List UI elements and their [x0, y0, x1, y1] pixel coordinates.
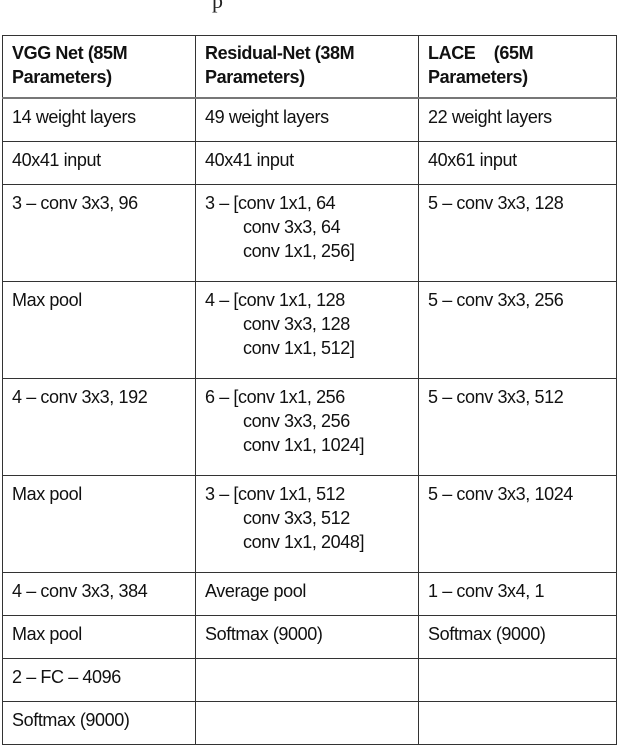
cell-text: 14 weight layers	[12, 107, 136, 127]
cell-text: 6 – [conv 1x1, 256	[205, 387, 345, 407]
cell-text: 5 – conv 3x3, 256	[428, 290, 564, 310]
table-cell-residual-net: 40x41 input	[195, 141, 419, 185]
cell-text: Softmax (9000)	[428, 624, 546, 644]
table-cell-residual-net: 4 – [conv 1x1, 128 conv 3x3, 128 conv 1x1,…	[195, 281, 419, 379]
cell-text: 40x61 input	[428, 150, 517, 170]
table-cell-lace: 5 – conv 3x3, 128	[418, 184, 617, 282]
table-cell-residual-net: 49 weight layers	[195, 97, 419, 142]
cell-text: conv 1x1, 1024]	[243, 435, 365, 455]
cell-text: conv 1x1, 2048]	[243, 532, 365, 552]
cell-text: 3 – conv 3x3, 96	[12, 193, 138, 213]
table-cell-residual-net	[195, 658, 419, 702]
header-text: Parameters)	[205, 67, 305, 87]
cell-text: 3 – [conv 1x1, 64	[205, 193, 336, 213]
cell-text: conv 1x1, 256]	[243, 241, 355, 261]
table-row: 40x41 input 40x41 input 40x61 input	[2, 141, 617, 185]
caption-fragment: p	[212, 0, 223, 13]
table-cell-vgg-net: 2 – FC – 4096	[2, 658, 196, 702]
cell-text: 40x41 input	[12, 150, 101, 170]
cell-text: 4 – [conv 1x1, 128	[205, 290, 345, 310]
header-row: VGG Net (85M Parameters) Residual-Net (38M…	[2, 35, 617, 99]
cell-text: conv 1x1, 512]	[243, 338, 355, 358]
cell-text: Max pool	[12, 290, 82, 310]
cell-text: 3 – [conv 1x1, 512	[205, 484, 345, 504]
cell-text: 4 – conv 3x3, 384	[12, 581, 148, 601]
table-row: 4 – conv 3x3, 384 Average pool 1 – conv 3x…	[2, 572, 617, 616]
table-cell-vgg-net: Max pool	[2, 475, 196, 573]
table-row: 3 – conv 3x3, 96 3 – [conv 1x1, 64 conv 3x…	[2, 184, 617, 282]
table-cell-lace: 5 – conv 3x3, 1024	[418, 475, 617, 573]
cell-text: 5 – conv 3x3, 512	[428, 387, 564, 407]
cell-text: Average pool	[205, 581, 306, 601]
table-cell-lace	[418, 658, 617, 702]
table-row: 2 – FC – 4096	[2, 658, 617, 702]
table-cell-residual-net: 6 – [conv 1x1, 256 conv 3x3, 256 conv 1x1,…	[195, 378, 419, 476]
cell-text: Softmax (9000)	[12, 710, 130, 730]
table-row: 14 weight layers 49 weight layers 22 weigh…	[2, 97, 617, 142]
header-cell-vgg-net: VGG Net (85M Parameters)	[2, 35, 196, 99]
cell-text: 49 weight layers	[205, 107, 329, 127]
table-cell-vgg-net: Max pool	[2, 281, 196, 379]
table-cell-residual-net: 3 – [conv 1x1, 64 conv 3x3, 64 conv 1x1, 2…	[195, 184, 419, 282]
cell-text: 4 – conv 3x3, 192	[12, 387, 148, 407]
table-cell-residual-net	[195, 701, 419, 745]
cell-text: Softmax (9000)	[205, 624, 323, 644]
table-cell-lace	[418, 701, 617, 745]
table-cell-vgg-net: 3 – conv 3x3, 96	[2, 184, 196, 282]
cell-text: 1 – conv 3x4, 1	[428, 581, 545, 601]
table-cell-lace: 22 weight layers	[418, 97, 617, 142]
table-row: Max pool 4 – [conv 1x1, 128 conv 3x3, 128 c…	[2, 281, 617, 379]
cell-text: 22 weight layers	[428, 107, 552, 127]
header-cell-residual-net: Residual-Net (38M Parameters)	[195, 35, 419, 99]
cell-text: 5 – conv 3x3, 1024	[428, 484, 573, 504]
table-cell-vgg-net: 4 – conv 3x3, 384	[2, 572, 196, 616]
header-text: Residual-Net (38M	[205, 43, 355, 63]
table-row: 4 – conv 3x3, 192 6 – [conv 1x1, 256 conv …	[2, 378, 617, 476]
table-row: Max pool Softmax (9000) Softmax (9000)	[2, 615, 617, 659]
header-text: Parameters)	[12, 67, 112, 87]
header-text: VGG Net (85M	[12, 43, 128, 63]
table-cell-residual-net: 3 – [conv 1x1, 512 conv 3x3, 512 conv 1x1,…	[195, 475, 419, 573]
cell-text: conv 3x3, 128	[243, 314, 350, 334]
cell-text: conv 3x3, 64	[243, 217, 341, 237]
table-row: Max pool 3 – [conv 1x1, 512 conv 3x3, 512 c…	[2, 475, 617, 573]
table-cell-residual-net: Average pool	[195, 572, 419, 616]
table-cell-vgg-net: 4 – conv 3x3, 192	[2, 378, 196, 476]
cell-text: Max pool	[12, 624, 82, 644]
cell-text: conv 3x3, 512	[243, 508, 350, 528]
cell-text: Max pool	[12, 484, 82, 504]
table-cell-vgg-net: 40x41 input	[2, 141, 196, 185]
table-cell-vgg-net: Softmax (9000)	[2, 701, 196, 745]
table-cell-vgg-net: Max pool	[2, 615, 196, 659]
table-body: VGG Net (85M Parameters) Residual-Net (38M…	[2, 35, 617, 745]
cell-text: 40x41 input	[205, 150, 294, 170]
table-cell-residual-net: Softmax (9000)	[195, 615, 419, 659]
table-cell-lace: 5 – conv 3x3, 256	[418, 281, 617, 379]
header-text: LACE (65M	[428, 43, 534, 63]
table-cell-lace: Softmax (9000)	[418, 615, 617, 659]
architecture-comparison-table: VGG Net (85M Parameters) Residual-Net (38M…	[2, 35, 617, 745]
table-cell-lace: 40x61 input	[418, 141, 617, 185]
header-text: Parameters)	[428, 67, 528, 87]
cell-text: conv 3x3, 256	[243, 411, 350, 431]
table-cell-lace: 5 – conv 3x3, 512	[418, 378, 617, 476]
cell-text: 5 – conv 3x3, 128	[428, 193, 564, 213]
cell-text: 2 – FC – 4096	[12, 667, 121, 687]
table-cell-vgg-net: 14 weight layers	[2, 97, 196, 142]
header-cell-lace: LACE (65M Parameters)	[418, 35, 617, 99]
table-row: Softmax (9000)	[2, 701, 617, 745]
table-cell-lace: 1 – conv 3x4, 1	[418, 572, 617, 616]
